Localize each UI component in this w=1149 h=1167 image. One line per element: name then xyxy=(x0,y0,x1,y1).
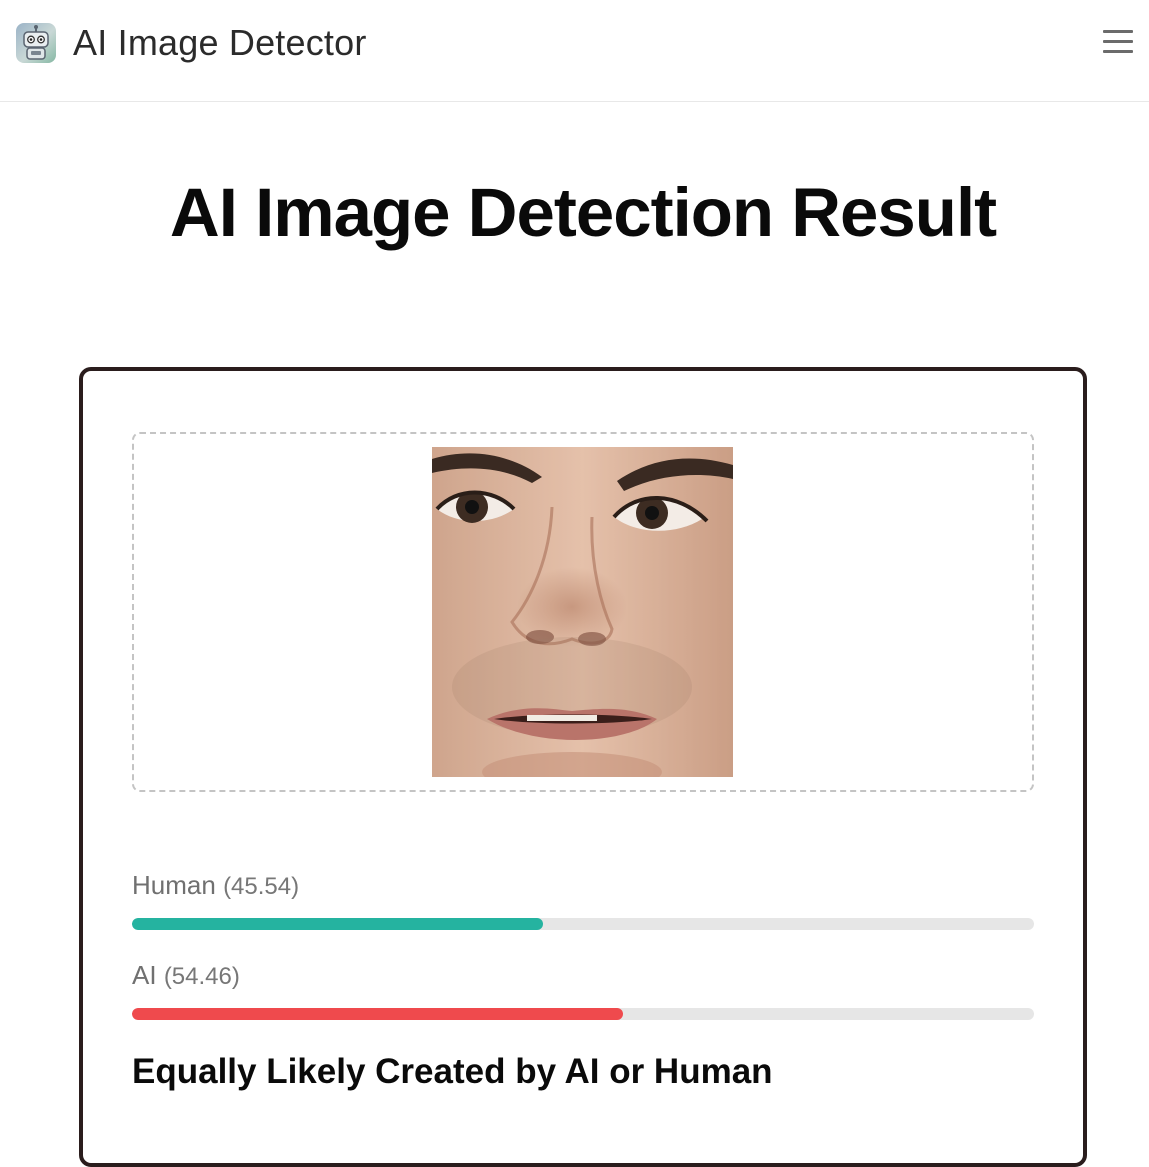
ai-score-label: AI (54.46) xyxy=(132,959,240,993)
top-navbar: AI Image Detector xyxy=(0,0,1149,102)
ai-label-text: AI xyxy=(132,960,157,990)
human-progress-fill xyxy=(132,918,543,930)
app-name[interactable]: AI Image Detector xyxy=(73,21,367,65)
robot-icon[interactable] xyxy=(16,23,56,63)
human-score-label: Human (45.54) xyxy=(132,869,299,903)
uploaded-face-image xyxy=(432,447,733,777)
human-score-value: (45.54) xyxy=(223,873,300,900)
ai-progress-fill xyxy=(132,1008,624,1020)
page-title: AI Image Detection Result xyxy=(169,174,997,251)
verdict-text: Equally Likely Created by AI or Human xyxy=(132,1052,773,1091)
ai-score-value: (54.46) xyxy=(163,963,240,990)
human-progress-bar xyxy=(132,918,1034,930)
hamburger-menu-icon[interactable] xyxy=(1102,30,1134,54)
human-label-text: Human xyxy=(132,870,216,900)
ai-progress-bar xyxy=(132,1008,1034,1020)
